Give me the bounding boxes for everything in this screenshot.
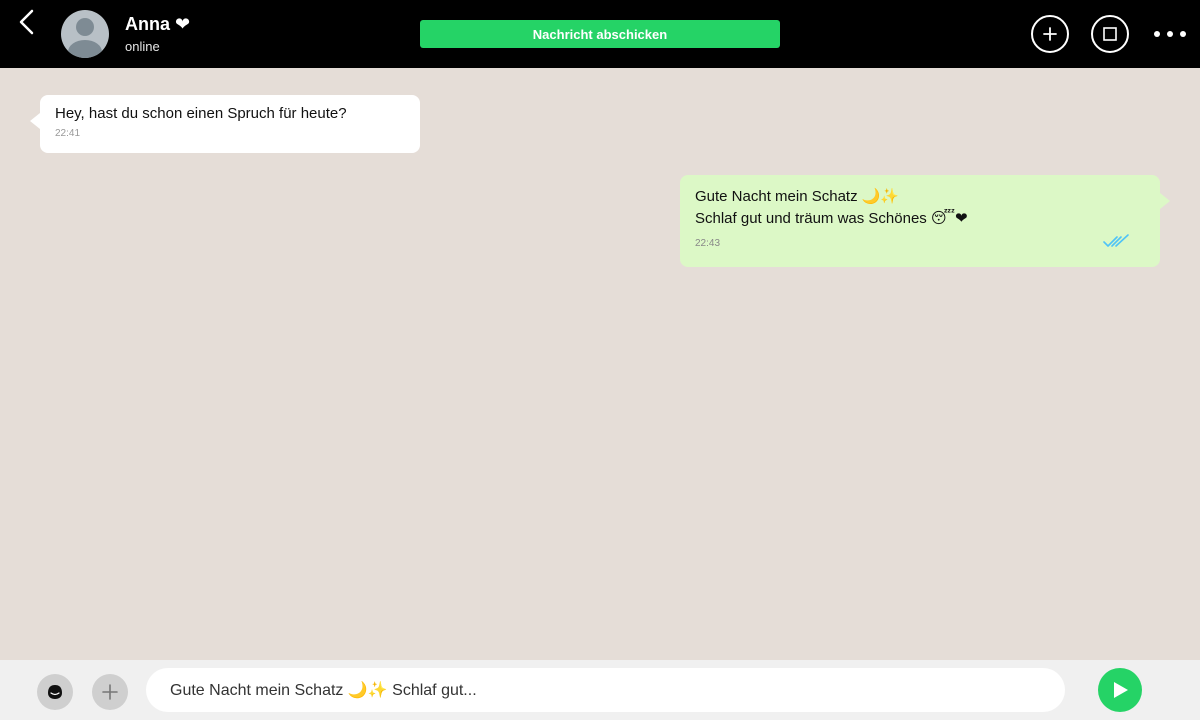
plus-icon [1043, 27, 1057, 41]
more-icon [1154, 31, 1160, 37]
send-message-button[interactable]: Nachricht abschicken [420, 20, 780, 48]
incoming-message[interactable]: Hey, hast du schon einen Spruch für heut… [30, 95, 420, 153]
message-time: 22:41 [55, 128, 81, 139]
square-icon [1103, 27, 1117, 41]
contact-name[interactable]: Anna ❤ [125, 14, 190, 35]
emoji-icon [48, 685, 62, 699]
square-button[interactable] [1091, 15, 1129, 53]
chat-header: Anna ❤ online Nachricht abschicken [0, 0, 1200, 68]
outgoing-message[interactable]: Gute Nacht mein Schatz 🌙✨ Schlaf gut und… [680, 175, 1170, 267]
message-text-line2: Schlaf gut und träum was Schönes 😴❤ [695, 210, 968, 227]
more-options-button[interactable] [1154, 24, 1186, 44]
message-text-line1: Gute Nacht mein Schatz 🌙✨ [695, 188, 900, 205]
message-input[interactable]: Gute Nacht mein Schatz 🌙✨ Schlaf gut... [146, 668, 1065, 712]
attach-button[interactable] [92, 674, 128, 710]
double-check-icon [1103, 234, 1129, 248]
bubble-tail [30, 113, 40, 129]
more-icon-dot [1167, 31, 1173, 37]
avatar-placeholder-icon [68, 18, 102, 58]
attach-plus-icon [102, 684, 118, 700]
back-arrow-icon[interactable] [10, 8, 40, 38]
add-button[interactable] [1031, 15, 1069, 53]
message-time: 22:43 [695, 238, 721, 249]
send-icon [1114, 682, 1128, 698]
send-button[interactable] [1098, 668, 1142, 712]
composer-bar: Gute Nacht mein Schatz 🌙✨ Schlaf gut... [0, 660, 1200, 720]
emoji-button[interactable] [37, 674, 73, 710]
avatar[interactable] [61, 10, 109, 58]
contact-status: online [125, 39, 160, 54]
message-text: Hey, hast du schon einen Spruch für heut… [55, 105, 347, 122]
bubble-tail [1160, 193, 1170, 209]
more-icon-dot [1180, 31, 1186, 37]
